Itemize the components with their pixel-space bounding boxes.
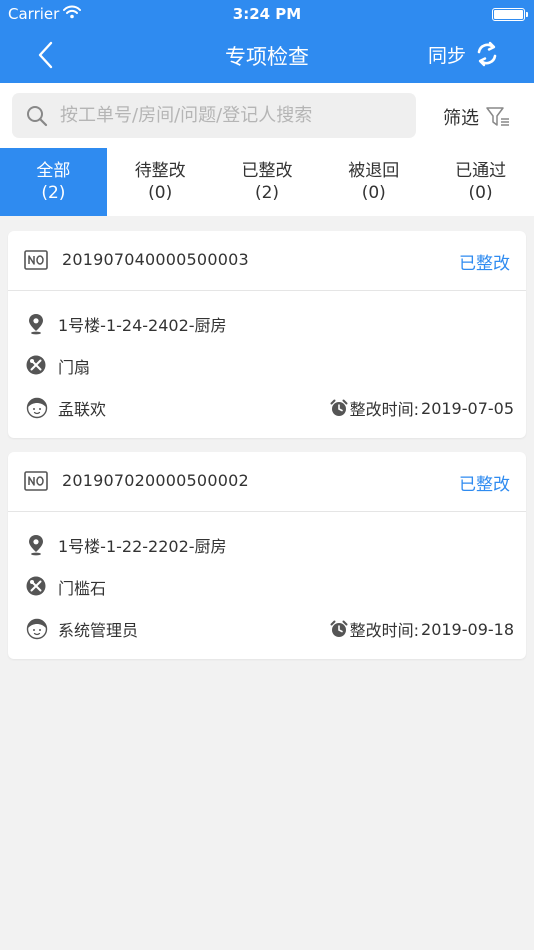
rectify-time: 整改时间: 2019-07-05 bbox=[330, 396, 514, 420]
tab-label: 全部 bbox=[36, 161, 71, 181]
problem-text: 门槛石 bbox=[58, 579, 107, 598]
tab-count: (0) bbox=[468, 183, 493, 203]
rectify-time: 整改时间: 2019-09-18 bbox=[330, 617, 514, 641]
alarm-clock-icon bbox=[330, 620, 348, 637]
problem-row: 门扇 bbox=[8, 353, 526, 377]
registrant-row: 系统管理员 整改时间: 2019-09-18 bbox=[8, 616, 526, 640]
location-row: 1号楼-1-24-2402-厨房 bbox=[8, 311, 526, 335]
list-item[interactable]: 201907040000500003 已整改 1号楼-1-24-2402-厨房 … bbox=[8, 231, 526, 438]
avatar-icon bbox=[26, 618, 48, 640]
tab-count: (2) bbox=[41, 183, 66, 203]
location-pin-icon bbox=[29, 314, 43, 335]
tab-count: (0) bbox=[361, 183, 386, 203]
tools-icon bbox=[26, 576, 46, 596]
header: Carrier 3:24 PM 专项检查 同步 bbox=[0, 0, 534, 83]
order-number-icon bbox=[24, 250, 48, 270]
status-bar: Carrier 3:24 PM bbox=[0, 0, 534, 28]
problem-row: 门槛石 bbox=[8, 574, 526, 598]
status-badge: 已整改 bbox=[459, 254, 510, 274]
tab-label: 已整改 bbox=[241, 161, 293, 181]
time-label: 整改时间: bbox=[349, 621, 420, 640]
refresh-icon bbox=[477, 41, 497, 67]
list-item[interactable]: 201907020000500002 已整改 1号楼-1-22-2202-厨房 … bbox=[8, 452, 526, 659]
search-bar: 筛选 bbox=[0, 83, 534, 148]
navbar: 专项检查 同步 bbox=[0, 28, 534, 83]
sync-button[interactable]: 同步 bbox=[428, 40, 500, 68]
card-header: 201907020000500002 已整改 bbox=[8, 452, 526, 512]
battery-fill bbox=[494, 10, 523, 19]
location-text: 1号楼-1-24-2402-厨房 bbox=[58, 316, 227, 335]
registrant-name: 孟联欢 bbox=[58, 400, 107, 419]
problem-text: 门扇 bbox=[58, 358, 91, 377]
filter-icon bbox=[486, 107, 509, 126]
registrant-row: 孟联欢 整改时间: 2019-07-05 bbox=[8, 395, 526, 419]
filter-label: 筛选 bbox=[443, 108, 479, 129]
search-icon bbox=[27, 105, 48, 126]
card-header: 201907040000500003 已整改 bbox=[8, 231, 526, 291]
alarm-clock-icon bbox=[330, 399, 348, 416]
status-tabs: 全部 (2) 待整改 (0) 已整改 (2) 被退回 (0) 已通过 (0) bbox=[0, 148, 534, 216]
tab-pending[interactable]: 待整改 (0) bbox=[107, 148, 214, 216]
status-time: 3:24 PM bbox=[232, 5, 302, 23]
avatar-icon bbox=[26, 397, 48, 419]
search-box[interactable] bbox=[12, 93, 416, 138]
location-pin-icon bbox=[29, 535, 43, 556]
time-value: 2019-09-18 bbox=[421, 619, 514, 639]
order-number: 201907020000500002 bbox=[62, 471, 249, 490]
status-badge: 已整改 bbox=[459, 475, 510, 495]
order-number: 201907040000500003 bbox=[62, 250, 249, 269]
location-row: 1号楼-1-22-2202-厨房 bbox=[8, 532, 526, 556]
sync-label: 同步 bbox=[427, 44, 466, 67]
tab-count: (2) bbox=[254, 183, 280, 203]
tools-icon bbox=[26, 355, 46, 375]
search-input[interactable] bbox=[60, 105, 390, 126]
order-number-icon bbox=[24, 471, 48, 491]
tab-label: 已通过 bbox=[455, 161, 507, 181]
tab-rectified[interactable]: 已整改 (2) bbox=[214, 148, 321, 216]
registrant-name: 系统管理员 bbox=[58, 621, 139, 640]
tab-all[interactable]: 全部 (2) bbox=[0, 148, 107, 216]
tab-label: 被退回 bbox=[348, 161, 400, 181]
time-value: 2019-07-05 bbox=[421, 398, 514, 418]
tab-count: (0) bbox=[148, 183, 173, 203]
location-text: 1号楼-1-22-2202-厨房 bbox=[58, 537, 227, 556]
tab-label: 待整改 bbox=[134, 161, 186, 181]
filter-button[interactable]: 筛选 bbox=[443, 104, 511, 130]
tab-returned[interactable]: 被退回 (0) bbox=[320, 148, 427, 216]
tab-passed[interactable]: 已通过 (0) bbox=[427, 148, 534, 216]
time-label: 整改时间: bbox=[349, 400, 420, 419]
battery-icon bbox=[492, 8, 528, 21]
